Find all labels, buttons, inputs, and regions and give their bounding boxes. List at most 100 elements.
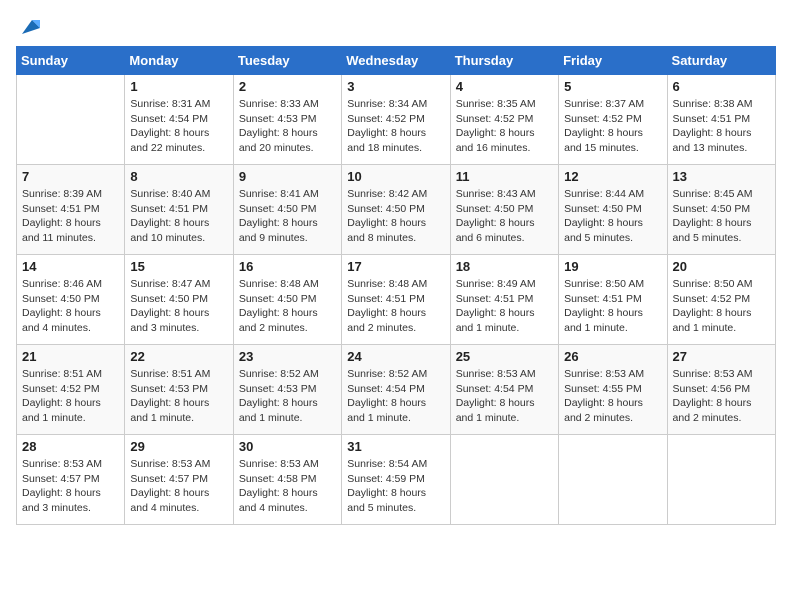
calendar-cell: 31 Sunrise: 8:54 AM Sunset: 4:59 PM Dayli… [342, 435, 450, 525]
day-number: 28 [22, 439, 119, 454]
day-number: 1 [130, 79, 227, 94]
day-detail: Sunrise: 8:34 AM Sunset: 4:52 PM Dayligh… [347, 97, 444, 156]
calendar-cell: 25 Sunrise: 8:53 AM Sunset: 4:54 PM Dayli… [450, 345, 558, 435]
day-number: 10 [347, 169, 444, 184]
week-row-1: 1Sunrise: 8:31 AM Sunset: 4:54 PM Daylig… [17, 75, 776, 165]
day-detail: Sunrise: 8:43 AM Sunset: 4:50 PM Dayligh… [456, 187, 553, 246]
day-number: 27 [673, 349, 770, 364]
calendar-cell: 18 Sunrise: 8:49 AM Sunset: 4:51 PM Dayli… [450, 255, 558, 345]
day-number: 13 [673, 169, 770, 184]
day-number: 8 [130, 169, 227, 184]
day-number: 19 [564, 259, 661, 274]
day-detail: Sunrise: 8:54 AM Sunset: 4:59 PM Dayligh… [347, 457, 444, 516]
day-number: 26 [564, 349, 661, 364]
day-detail: Sunrise: 8:48 AM Sunset: 4:50 PM Dayligh… [239, 277, 336, 336]
day-detail: Sunrise: 8:44 AM Sunset: 4:50 PM Dayligh… [564, 187, 661, 246]
day-detail: Sunrise: 8:41 AM Sunset: 4:50 PM Dayligh… [239, 187, 336, 246]
header-monday: Monday [125, 47, 233, 75]
day-detail: Sunrise: 8:33 AM Sunset: 4:53 PM Dayligh… [239, 97, 336, 156]
header-sunday: Sunday [17, 47, 125, 75]
day-number: 30 [239, 439, 336, 454]
calendar-cell: 12 Sunrise: 8:44 AM Sunset: 4:50 PM Dayli… [559, 165, 667, 255]
calendar-cell [559, 435, 667, 525]
header-thursday: Thursday [450, 47, 558, 75]
day-number: 3 [347, 79, 444, 94]
day-detail: Sunrise: 8:49 AM Sunset: 4:51 PM Dayligh… [456, 277, 553, 336]
week-row-2: 7 Sunrise: 8:39 AM Sunset: 4:51 PM Daylig… [17, 165, 776, 255]
day-number: 24 [347, 349, 444, 364]
day-number: 22 [130, 349, 227, 364]
calendar-cell: 22 Sunrise: 8:51 AM Sunset: 4:53 PM Dayli… [125, 345, 233, 435]
day-number: 25 [456, 349, 553, 364]
day-detail: Sunrise: 8:51 AM Sunset: 4:52 PM Dayligh… [22, 367, 119, 426]
day-detail: Sunrise: 8:53 AM Sunset: 4:57 PM Dayligh… [130, 457, 227, 516]
calendar-cell: 5 Sunrise: 8:37 AM Sunset: 4:52 PM Daylig… [559, 75, 667, 165]
day-number: 21 [22, 349, 119, 364]
day-number: 11 [456, 169, 553, 184]
header-tuesday: Tuesday [233, 47, 341, 75]
day-number: 7 [22, 169, 119, 184]
calendar-cell: 11 Sunrise: 8:43 AM Sunset: 4:50 PM Dayli… [450, 165, 558, 255]
calendar-cell: 8 Sunrise: 8:40 AM Sunset: 4:51 PM Daylig… [125, 165, 233, 255]
calendar-cell: 20Sunrise: 8:50 AM Sunset: 4:52 PM Dayli… [667, 255, 775, 345]
calendar-table: SundayMondayTuesdayWednesdayThursdayFrid… [16, 46, 776, 525]
day-number: 12 [564, 169, 661, 184]
calendar-cell: 26 Sunrise: 8:53 AM Sunset: 4:55 PM Dayli… [559, 345, 667, 435]
calendar-cell: 13 Sunrise: 8:45 AM Sunset: 4:50 PM Dayli… [667, 165, 775, 255]
calendar-cell [17, 75, 125, 165]
day-detail: Sunrise: 8:42 AM Sunset: 4:50 PM Dayligh… [347, 187, 444, 246]
logo-icon [18, 16, 40, 38]
day-number: 2 [239, 79, 336, 94]
calendar-cell: 7 Sunrise: 8:39 AM Sunset: 4:51 PM Daylig… [17, 165, 125, 255]
day-detail: Sunrise: 8:47 AM Sunset: 4:50 PM Dayligh… [130, 277, 227, 336]
calendar-cell: 6Sunrise: 8:38 AM Sunset: 4:51 PM Daylig… [667, 75, 775, 165]
calendar-cell: 1Sunrise: 8:31 AM Sunset: 4:54 PM Daylig… [125, 75, 233, 165]
calendar-cell: 4 Sunrise: 8:35 AM Sunset: 4:52 PM Daylig… [450, 75, 558, 165]
calendar-cell: 23Sunrise: 8:52 AM Sunset: 4:53 PM Dayli… [233, 345, 341, 435]
day-detail: Sunrise: 8:53 AM Sunset: 4:58 PM Dayligh… [239, 457, 336, 516]
calendar-cell: 10 Sunrise: 8:42 AM Sunset: 4:50 PM Dayli… [342, 165, 450, 255]
day-number: 18 [456, 259, 553, 274]
calendar-cell [450, 435, 558, 525]
week-row-3: 14 Sunrise: 8:46 AM Sunset: 4:50 PM Dayli… [17, 255, 776, 345]
day-detail: Sunrise: 8:53 AM Sunset: 4:56 PM Dayligh… [673, 367, 770, 426]
day-detail: Sunrise: 8:39 AM Sunset: 4:51 PM Dayligh… [22, 187, 119, 246]
logo [16, 16, 40, 36]
day-detail: Sunrise: 8:35 AM Sunset: 4:52 PM Dayligh… [456, 97, 553, 156]
calendar-cell: 28 Sunrise: 8:53 AM Sunset: 4:57 PM Dayli… [17, 435, 125, 525]
calendar-header-row: SundayMondayTuesdayWednesdayThursdayFrid… [17, 47, 776, 75]
day-number: 20 [673, 259, 770, 274]
day-detail: Sunrise: 8:52 AM Sunset: 4:53 PM Dayligh… [239, 367, 336, 426]
day-detail: Sunrise: 8:52 AM Sunset: 4:54 PM Dayligh… [347, 367, 444, 426]
day-detail: Sunrise: 8:53 AM Sunset: 4:54 PM Dayligh… [456, 367, 553, 426]
calendar-cell: 2 Sunrise: 8:33 AM Sunset: 4:53 PM Daylig… [233, 75, 341, 165]
header-friday: Friday [559, 47, 667, 75]
day-detail: Sunrise: 8:45 AM Sunset: 4:50 PM Dayligh… [673, 187, 770, 246]
header-wednesday: Wednesday [342, 47, 450, 75]
day-number: 4 [456, 79, 553, 94]
day-detail: Sunrise: 8:46 AM Sunset: 4:50 PM Dayligh… [22, 277, 119, 336]
page-header [16, 16, 776, 36]
day-detail: Sunrise: 8:40 AM Sunset: 4:51 PM Dayligh… [130, 187, 227, 246]
week-row-4: 21 Sunrise: 8:51 AM Sunset: 4:52 PM Dayli… [17, 345, 776, 435]
day-detail: Sunrise: 8:53 AM Sunset: 4:55 PM Dayligh… [564, 367, 661, 426]
day-number: 31 [347, 439, 444, 454]
day-detail: Sunrise: 8:53 AM Sunset: 4:57 PM Dayligh… [22, 457, 119, 516]
calendar-cell: 27 Sunrise: 8:53 AM Sunset: 4:56 PM Dayli… [667, 345, 775, 435]
day-detail: Sunrise: 8:50 AM Sunset: 4:51 PM Dayligh… [564, 277, 661, 336]
calendar-cell: 9 Sunrise: 8:41 AM Sunset: 4:50 PM Daylig… [233, 165, 341, 255]
day-detail: Sunrise: 8:51 AM Sunset: 4:53 PM Dayligh… [130, 367, 227, 426]
calendar-cell: 19 Sunrise: 8:50 AM Sunset: 4:51 PM Dayli… [559, 255, 667, 345]
calendar-cell: 16Sunrise: 8:48 AM Sunset: 4:50 PM Dayli… [233, 255, 341, 345]
day-detail: Sunrise: 8:38 AM Sunset: 4:51 PM Dayligh… [673, 97, 770, 156]
day-number: 9 [239, 169, 336, 184]
day-number: 5 [564, 79, 661, 94]
calendar-cell: 21 Sunrise: 8:51 AM Sunset: 4:52 PM Dayli… [17, 345, 125, 435]
calendar-cell: 14 Sunrise: 8:46 AM Sunset: 4:50 PM Dayli… [17, 255, 125, 345]
day-detail: Sunrise: 8:48 AM Sunset: 4:51 PM Dayligh… [347, 277, 444, 336]
day-number: 14 [22, 259, 119, 274]
day-detail: Sunrise: 8:37 AM Sunset: 4:52 PM Dayligh… [564, 97, 661, 156]
calendar-cell: 30 Sunrise: 8:53 AM Sunset: 4:58 PM Dayli… [233, 435, 341, 525]
week-row-5: 28 Sunrise: 8:53 AM Sunset: 4:57 PM Dayli… [17, 435, 776, 525]
calendar-cell: 15Sunrise: 8:47 AM Sunset: 4:50 PM Dayli… [125, 255, 233, 345]
